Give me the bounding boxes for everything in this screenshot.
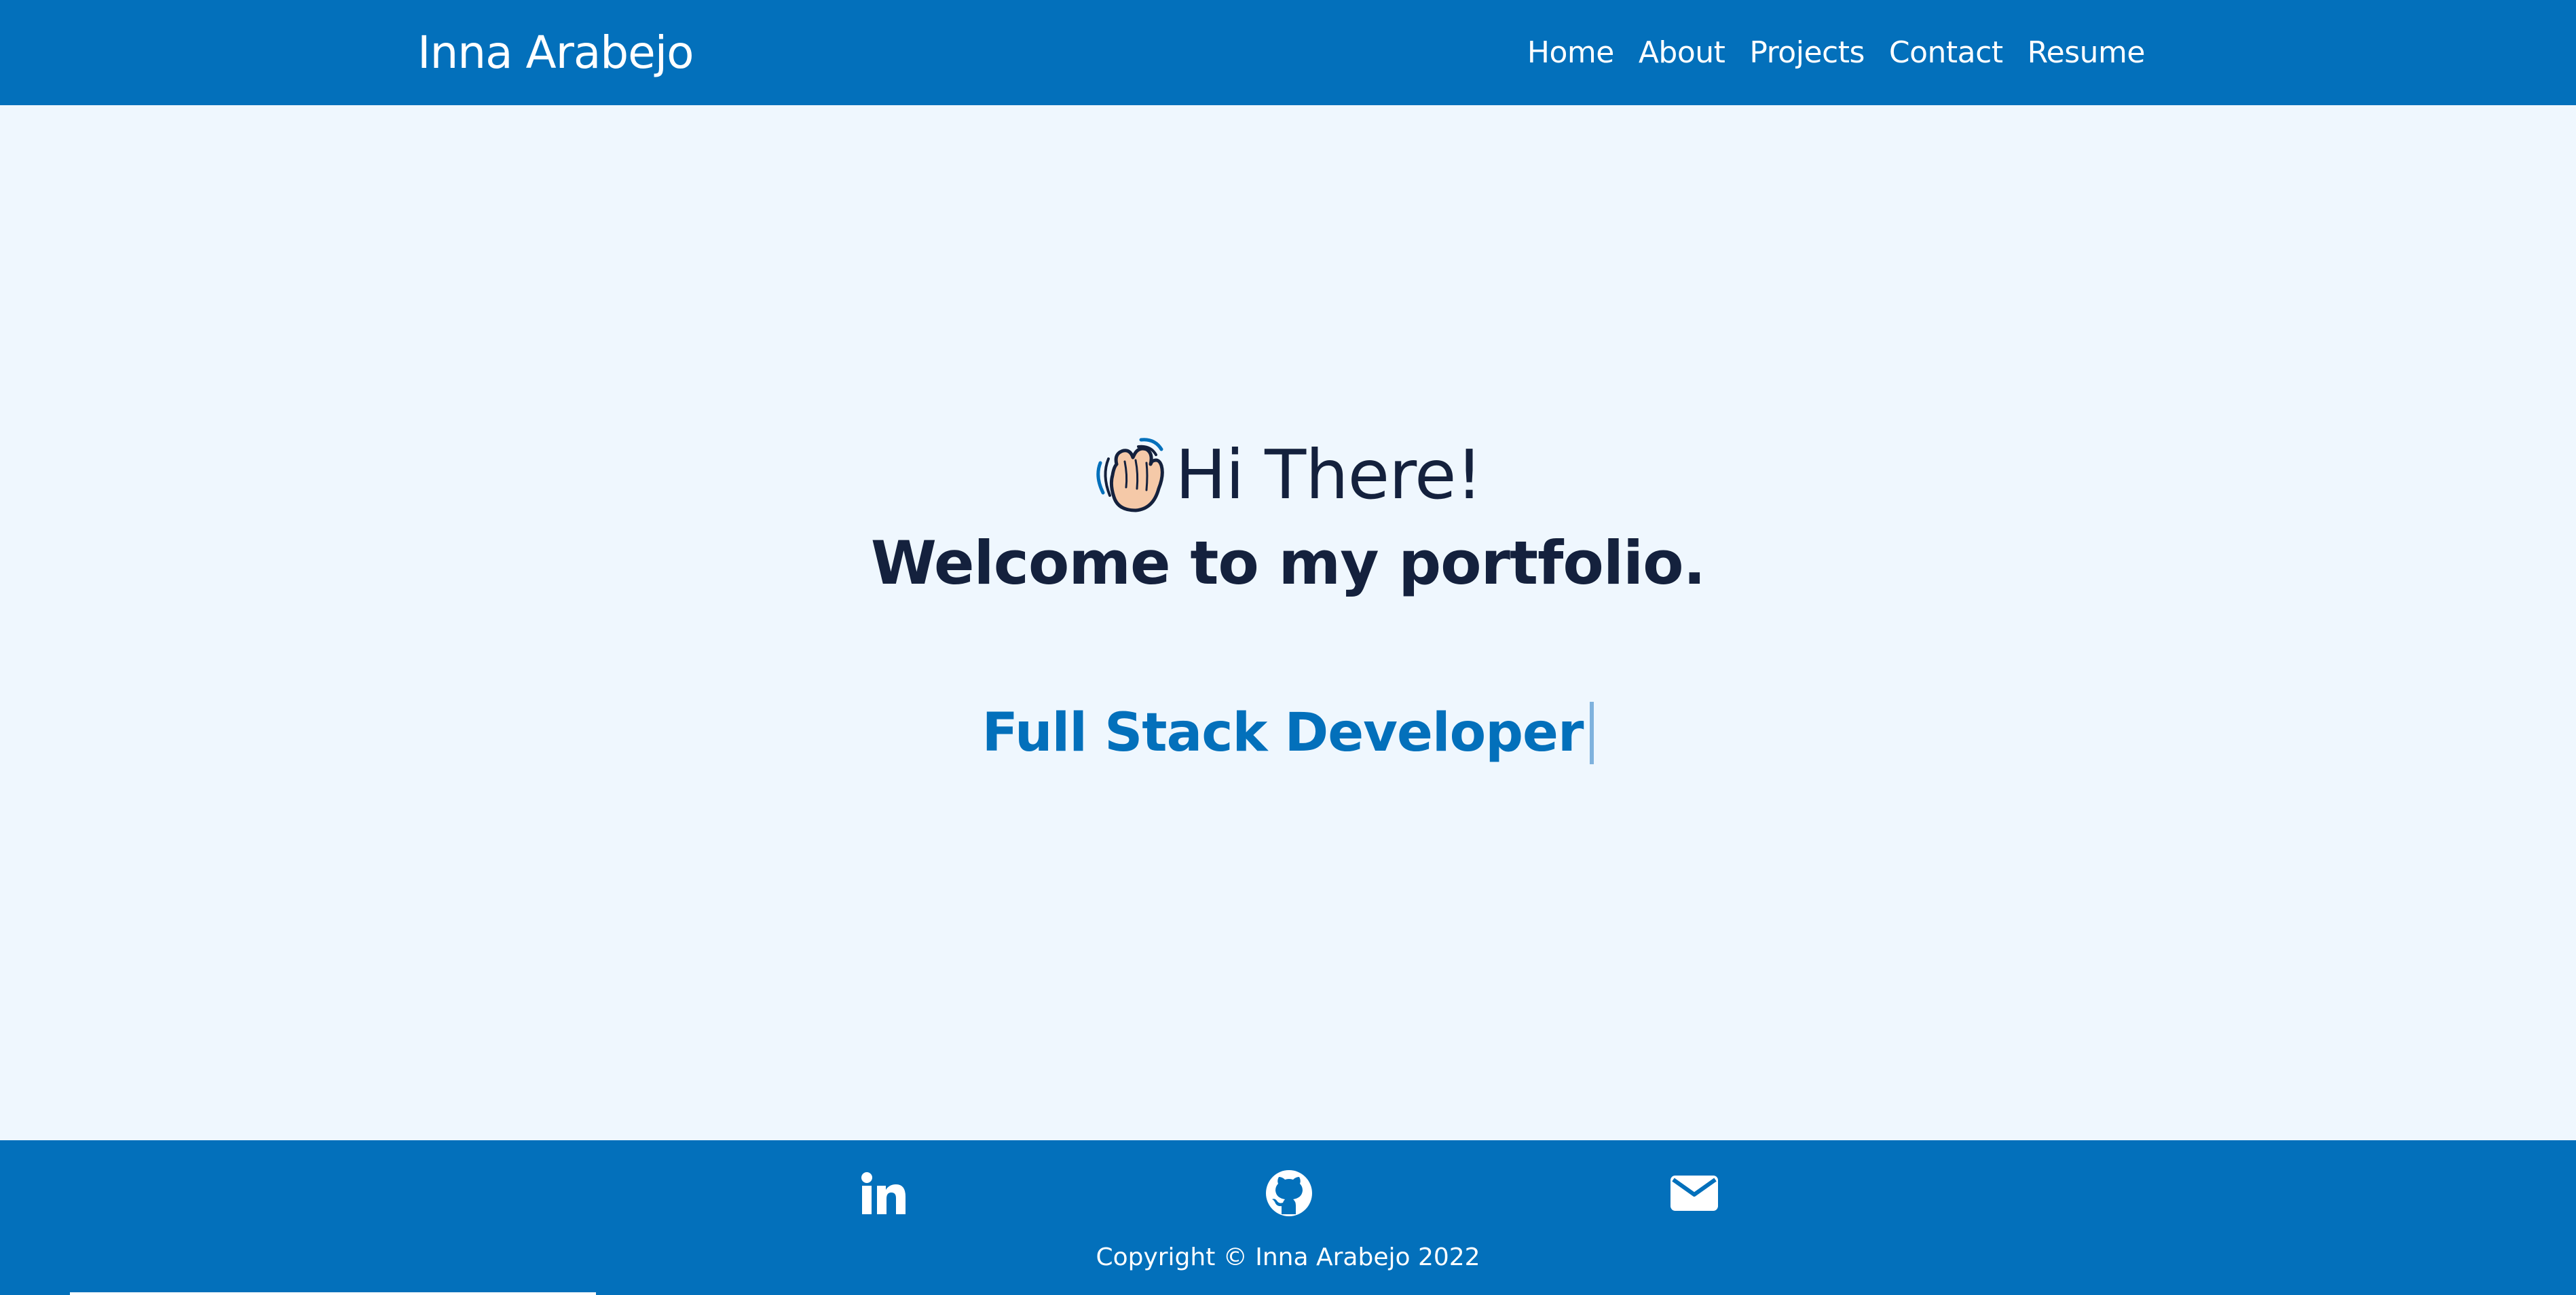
linkedin-icon[interactable] — [856, 1166, 910, 1220]
nav-link-resume[interactable]: Resume — [2028, 35, 2146, 70]
waving-hand-icon — [1096, 438, 1165, 512]
github-icon[interactable] — [1262, 1166, 1316, 1220]
role-typewriter-text: Full Stack Developer — [982, 702, 1584, 764]
envelope-icon[interactable] — [1667, 1166, 1721, 1220]
page: Inna Arabejo Home About Projects Contact… — [0, 0, 2576, 1295]
nav-link-contact[interactable]: Contact — [1889, 35, 2003, 70]
greeting-heading: Hi There! — [1175, 435, 1482, 514]
footer: Copyright © Inna Arabejo 2022 — [0, 1140, 2576, 1295]
hero-section: Hi There! Welcome to my portfolio. Full … — [0, 105, 2576, 1140]
greeting-row: Hi There! — [0, 431, 2576, 519]
nav-link-projects[interactable]: Projects — [1749, 35, 1865, 70]
welcome-heading: Welcome to my portfolio. — [870, 528, 1706, 598]
navbar: Inna Arabejo Home About Projects Contact… — [0, 0, 2576, 105]
typing-cursor — [1590, 702, 1594, 764]
nav-link-home[interactable]: Home — [1527, 35, 1614, 70]
bottom-strip — [70, 1292, 596, 1295]
nav-links: Home About Projects Contact Resume — [1527, 0, 2146, 105]
role-row: Full Stack Developer — [0, 696, 2576, 770]
copyright-text: Copyright © Inna Arabejo 2022 — [1096, 1243, 1480, 1271]
nav-link-about[interactable]: About — [1639, 35, 1725, 70]
brand-link[interactable]: Inna Arabejo — [417, 0, 694, 105]
